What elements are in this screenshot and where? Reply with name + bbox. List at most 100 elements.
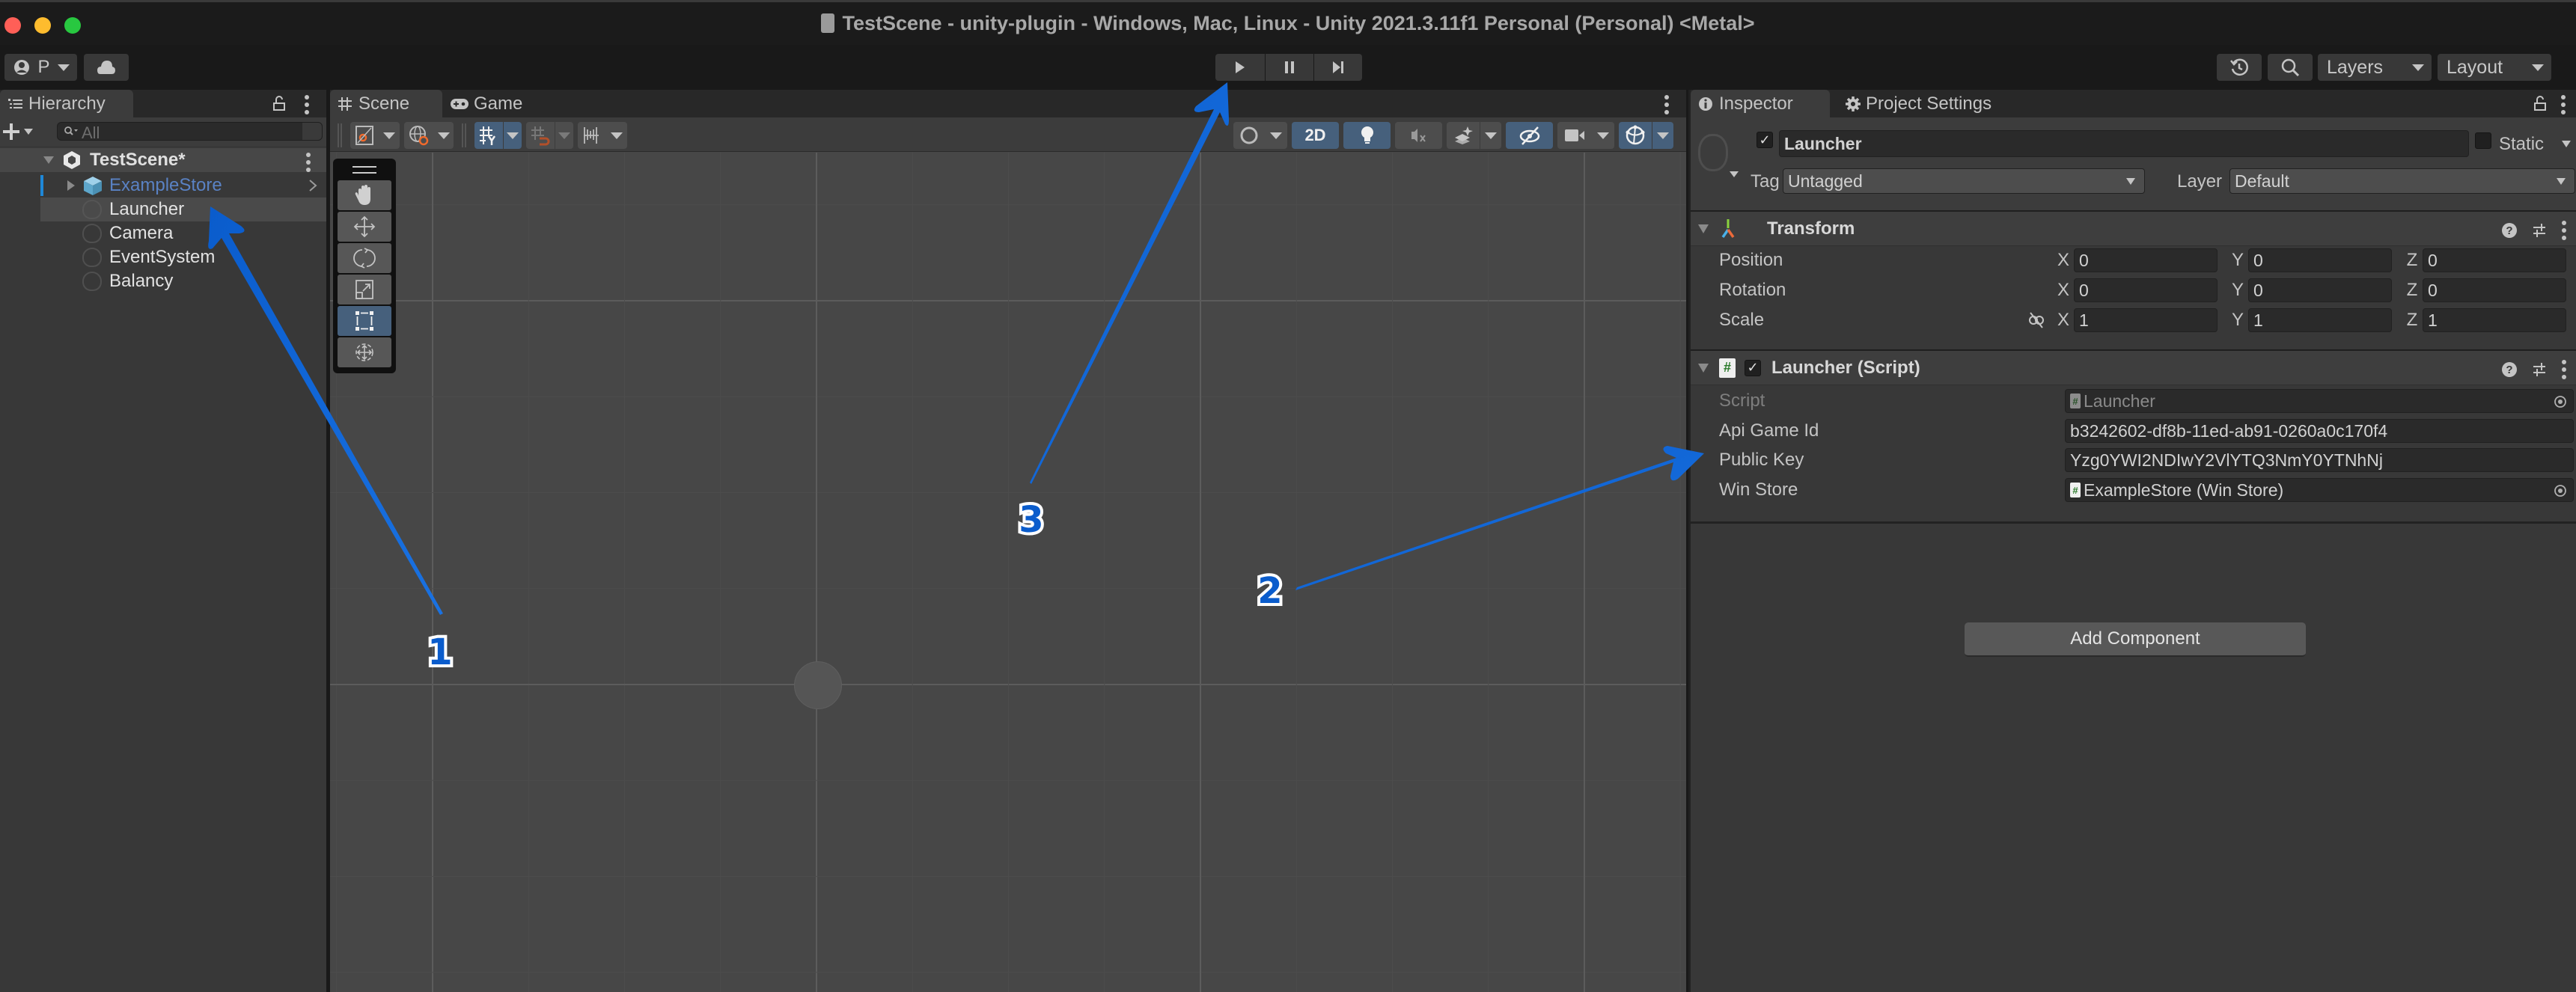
toggle-2d-button[interactable]: 2D xyxy=(1292,122,1339,149)
draw-mode-dropdown[interactable] xyxy=(350,122,400,149)
static-dropdown-icon[interactable] xyxy=(2562,141,2571,147)
snap-toggle-button[interactable] xyxy=(526,122,555,149)
toolbar-grip[interactable] xyxy=(462,123,466,147)
search-by-type-button[interactable] xyxy=(302,123,322,140)
api-game-id-input[interactable]: b3242602-df8b-11ed-ab91-0260a0c170f4 xyxy=(2065,419,2574,443)
hidden-objects-toggle-button[interactable] xyxy=(1506,122,1553,149)
hierarchy-menu-icon[interactable] xyxy=(305,95,309,114)
scale-x-input[interactable]: 1 xyxy=(2074,308,2218,332)
toolbar-grip[interactable] xyxy=(338,123,342,147)
expand-arrow-icon[interactable] xyxy=(66,180,76,192)
step-button[interactable] xyxy=(1314,54,1362,81)
create-button[interactable] xyxy=(3,120,39,143)
help-icon[interactable]: ? xyxy=(2502,362,2517,377)
active-checkbox[interactable]: ✓ xyxy=(1756,132,1773,148)
hierarchy-item[interactable]: ExampleStore xyxy=(0,174,326,198)
scale-z-input[interactable]: 1 xyxy=(2423,308,2566,332)
tag-dropdown[interactable]: Untagged xyxy=(1783,168,2145,194)
script-component-header[interactable]: # ✓ Launcher (Script) ? xyxy=(1691,349,2576,385)
layers-dropdown[interactable]: Layers xyxy=(2318,54,2432,81)
add-component-button[interactable]: Add Component xyxy=(1965,622,2306,657)
transform-header[interactable]: Transform ? xyxy=(1691,210,2576,246)
presets-sliders-icon[interactable] xyxy=(2532,222,2547,239)
static-checkbox[interactable] xyxy=(2475,132,2491,149)
tab-hierarchy[interactable]: Hierarchy xyxy=(0,90,133,117)
rotation-x-input[interactable]: 0 xyxy=(2074,278,2218,302)
hierarchy-item[interactable]: EventSystem xyxy=(0,245,326,269)
hierarchy-item[interactable]: Camera xyxy=(0,221,326,245)
rotate-tool-button[interactable] xyxy=(338,243,391,273)
tab-scene[interactable]: Scene xyxy=(330,90,442,117)
scene-menu-icon[interactable] xyxy=(306,153,311,172)
scale-y-input[interactable]: 1 xyxy=(2248,308,2392,332)
pause-button[interactable] xyxy=(1266,54,1313,81)
tab-inspector[interactable]: Inspector xyxy=(1691,90,1830,117)
gizmos-toggle-button[interactable] xyxy=(1619,122,1652,149)
collapse-arrow-icon[interactable] xyxy=(1698,363,1709,373)
undo-history-button[interactable] xyxy=(2217,54,2262,81)
play-button[interactable] xyxy=(1215,54,1265,81)
position-z-input[interactable]: 0 xyxy=(2423,248,2566,272)
increment-snap-dropdown[interactable] xyxy=(578,122,627,149)
chevron-down-icon xyxy=(1657,132,1669,139)
grid-toggle-button[interactable] xyxy=(474,122,503,149)
rotation-y-input[interactable]: 0 xyxy=(2248,278,2392,302)
search-button[interactable] xyxy=(2268,54,2313,81)
rect-tool-button[interactable] xyxy=(338,306,391,336)
component-menu-icon[interactable] xyxy=(2562,221,2566,240)
chevron-down-icon xyxy=(1269,132,1282,139)
tab-game[interactable]: Game xyxy=(442,90,532,117)
expand-arrow-icon[interactable] xyxy=(43,156,54,164)
shading-mode-dropdown[interactable] xyxy=(1233,122,1287,149)
gizmos-options-dropdown[interactable] xyxy=(1652,122,1673,149)
layout-dropdown[interactable]: Layout xyxy=(2438,54,2551,81)
palette-drag-handle[interactable] xyxy=(352,166,376,174)
win-store-object-field[interactable]: # ExampleStore (Win Store) xyxy=(2065,478,2574,502)
effects-options-dropdown[interactable] xyxy=(1480,122,1501,149)
inspector-menu-icon[interactable] xyxy=(2561,95,2566,114)
hierarchy-item[interactable]: Balancy xyxy=(0,269,326,293)
global-local-dropdown[interactable] xyxy=(404,122,454,149)
hierarchy-search-input[interactable]: All xyxy=(57,122,323,142)
component-menu-icon[interactable] xyxy=(2562,360,2566,379)
cloud-button[interactable] xyxy=(84,54,129,81)
collapse-arrow-icon[interactable] xyxy=(1698,224,1709,233)
move-tool-button[interactable] xyxy=(338,212,391,242)
snap-options-dropdown[interactable] xyxy=(555,122,573,149)
layer-dropdown[interactable]: Default xyxy=(2229,168,2575,194)
chevron-down-icon xyxy=(2532,64,2544,71)
lock-icon[interactable] xyxy=(2533,95,2547,111)
object-name-input[interactable]: Launcher xyxy=(1779,130,2469,157)
object-picker-icon[interactable] xyxy=(2554,395,2567,408)
presets-sliders-icon[interactable] xyxy=(2532,361,2547,378)
grid-options-dropdown[interactable] xyxy=(504,122,522,149)
script-enabled-checkbox[interactable]: ✓ xyxy=(1745,359,1761,376)
object-picker-icon[interactable] xyxy=(2554,484,2567,497)
icon-picker-arrow-icon[interactable] xyxy=(1730,171,1739,177)
constrain-proportions-icon[interactable] xyxy=(2027,311,2045,329)
lighting-toggle-button[interactable] xyxy=(1343,122,1391,149)
position-y-input[interactable]: 0 xyxy=(2248,248,2392,272)
help-icon[interactable]: ? xyxy=(2502,223,2517,238)
scene-root-row[interactable]: TestScene* xyxy=(0,148,326,172)
lock-icon[interactable] xyxy=(272,95,286,111)
hierarchy-item-selected[interactable]: Launcher xyxy=(40,198,326,221)
camera-settings-dropdown[interactable] xyxy=(1557,122,1614,149)
audio-toggle-button[interactable] xyxy=(1395,122,1442,149)
scene-menu-icon[interactable] xyxy=(1664,95,1669,114)
scene-origin-marker[interactable] xyxy=(794,661,842,709)
effects-toggle-button[interactable] xyxy=(1447,122,1480,149)
public-key-input[interactable]: Yzg0YWI2NDIwY2VlYTQ3NmY0YTNhNj xyxy=(2065,448,2574,472)
hand-tool-button[interactable] xyxy=(338,180,391,210)
scale-tool-button[interactable] xyxy=(338,275,391,304)
position-x-input[interactable]: 0 xyxy=(2074,248,2218,272)
chevron-down-icon xyxy=(2412,64,2424,71)
tab-project-settings[interactable]: Project Settings xyxy=(1837,90,2017,117)
layers-label: Layers xyxy=(2327,56,2384,78)
scene-viewport[interactable] xyxy=(330,153,1686,992)
gameobject-icon[interactable] xyxy=(1698,134,1728,171)
rotation-z-input[interactable]: 0 xyxy=(2423,278,2566,302)
chevron-right-icon[interactable] xyxy=(308,180,317,192)
account-dropdown[interactable]: P xyxy=(4,54,77,81)
transform-tool-button[interactable] xyxy=(338,337,391,367)
